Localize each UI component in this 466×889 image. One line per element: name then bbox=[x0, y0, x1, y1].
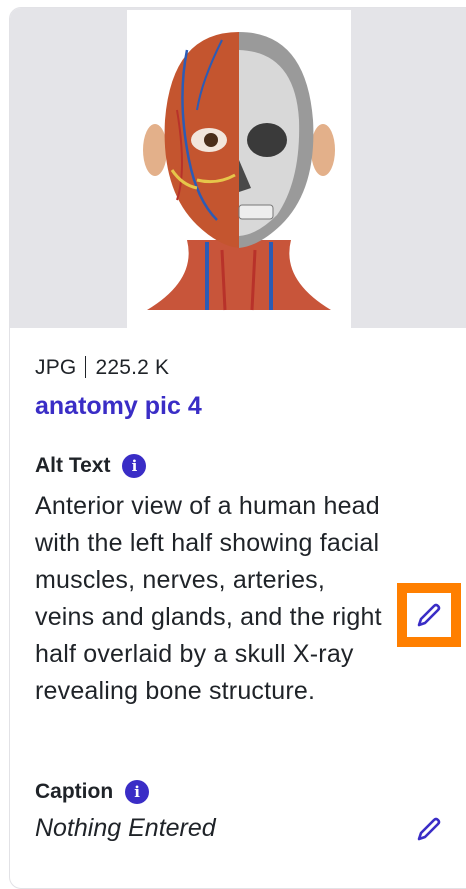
info-icon[interactable]: i bbox=[125, 780, 150, 804]
caption-value: Nothing Entered bbox=[35, 814, 216, 842]
file-meta: JPG 225.2 K bbox=[35, 356, 169, 380]
meta-divider bbox=[85, 356, 87, 378]
file-size: 225.2 K bbox=[95, 356, 170, 379]
media-detail-card: JPG 225.2 K anatomy pic 4 Alt Text i Ante… bbox=[9, 7, 466, 889]
alt-text-value: Anterior view of a human head with the l… bbox=[35, 492, 382, 705]
alt-text-heading: Alt Text i bbox=[35, 454, 147, 478]
image-thumbnail[interactable] bbox=[127, 10, 351, 328]
anatomy-illustration bbox=[143, 32, 335, 311]
caption-heading: Caption i bbox=[35, 780, 150, 804]
edit-caption-button[interactable] bbox=[407, 807, 451, 851]
caption-label: Caption bbox=[35, 780, 114, 803]
alt-text-label: Alt Text bbox=[35, 454, 111, 477]
pencil-icon bbox=[417, 603, 441, 627]
thumbnail-area bbox=[10, 8, 466, 328]
file-name-link[interactable]: anatomy pic 4 bbox=[35, 392, 202, 421]
edit-alt-text-button[interactable] bbox=[397, 583, 461, 647]
file-format: JPG bbox=[35, 356, 77, 379]
pencil-icon bbox=[417, 817, 441, 841]
info-icon[interactable]: i bbox=[122, 454, 147, 478]
